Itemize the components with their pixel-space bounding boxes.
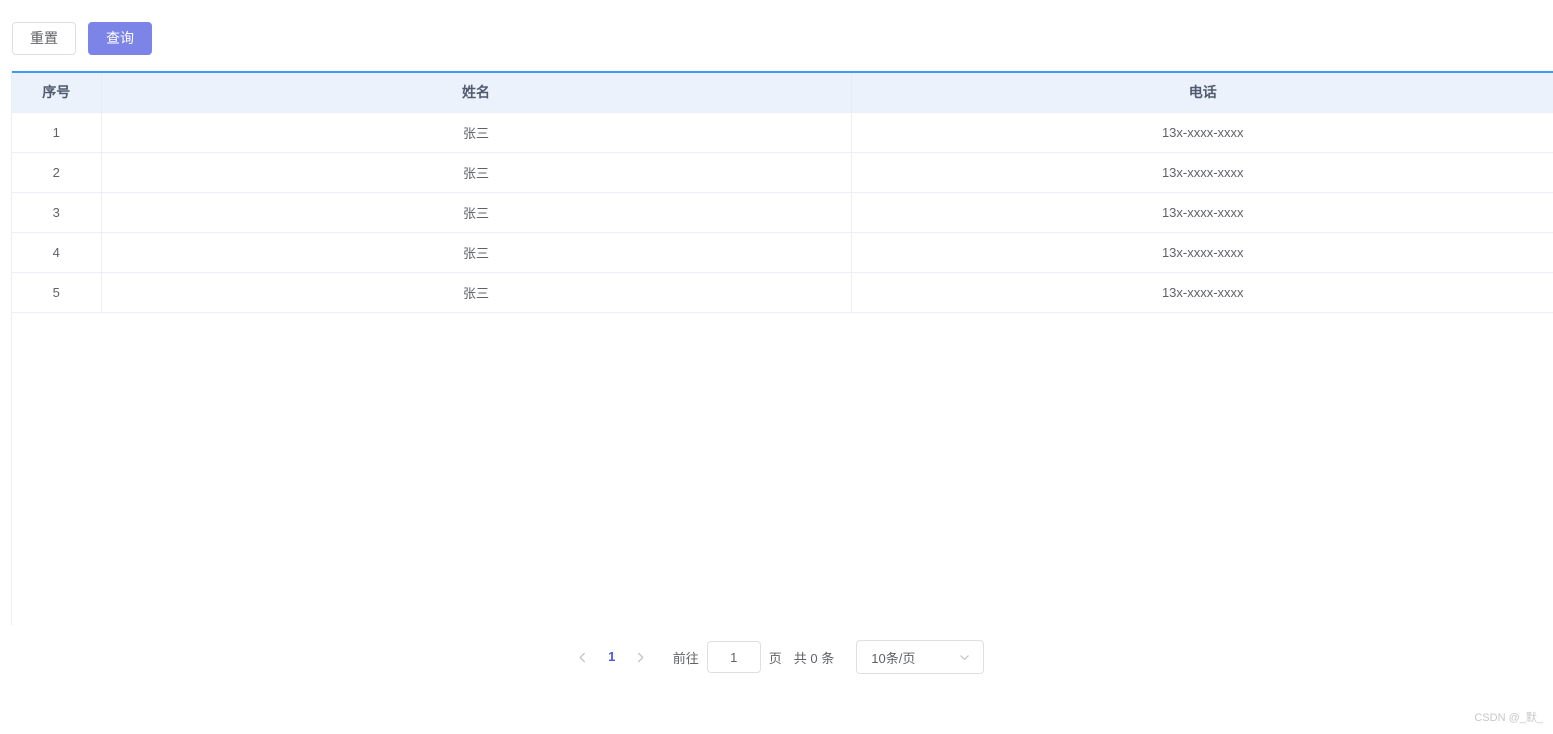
toolbar: 重置 查询 (12, 22, 152, 55)
jump-label: 前往 (672, 650, 699, 666)
chevron-left-icon (577, 652, 588, 663)
page-size-select[interactable]: 10条/页 (856, 640, 985, 674)
pagination-next-button[interactable] (627, 643, 655, 671)
column-header-name: 姓名 (101, 72, 852, 113)
cell-name: 张三 (101, 272, 852, 313)
cell-phone: 13x-xxxx-xxxx (851, 272, 1553, 313)
page-root: 重置 查询 序号 姓名 电话 1 张三 13x-xxxx-xxxx 2 张三 1… (0, 0, 1553, 734)
cell-index: 5 (12, 272, 102, 313)
table-header-row: 序号 姓名 电话 (12, 72, 1553, 113)
cell-index: 1 (12, 112, 102, 153)
pagination: 1 前往 页 共 0 条 10条/页 (0, 640, 1553, 674)
pagination-page-1[interactable]: 1 (597, 643, 627, 671)
reset-button[interactable]: 重置 (12, 22, 76, 55)
table-body: 1 张三 13x-xxxx-xxxx 2 张三 13x-xxxx-xxxx 3 … (12, 112, 1553, 313)
total-count-label: 共 0 条 (793, 650, 835, 666)
cell-name: 张三 (101, 152, 852, 193)
table-row[interactable]: 5 张三 13x-xxxx-xxxx (12, 272, 1553, 313)
cell-name: 张三 (101, 192, 852, 233)
table-container: 序号 姓名 电话 1 张三 13x-xxxx-xxxx 2 张三 13x-xxx… (11, 71, 1553, 625)
cell-index: 2 (12, 152, 102, 193)
table-row[interactable]: 2 张三 13x-xxxx-xxxx (12, 152, 1553, 193)
table-row[interactable]: 3 张三 13x-xxxx-xxxx (12, 192, 1553, 233)
query-button[interactable]: 查询 (88, 22, 152, 55)
jump-page-input[interactable] (706, 641, 761, 673)
cell-index: 4 (12, 232, 102, 273)
data-table: 序号 姓名 电话 1 张三 13x-xxxx-xxxx 2 张三 13x-xxx… (12, 71, 1553, 313)
cell-phone: 13x-xxxx-xxxx (851, 232, 1553, 273)
cell-name: 张三 (101, 112, 852, 153)
chevron-down-icon (958, 651, 971, 664)
column-header-phone: 电话 (851, 72, 1553, 113)
csdn-watermark: CSDN @_默_ (1474, 712, 1543, 724)
column-header-index: 序号 (12, 72, 102, 113)
pagination-jumper: 前往 页 (673, 641, 782, 673)
cell-phone: 13x-xxxx-xxxx (851, 112, 1553, 153)
cell-phone: 13x-xxxx-xxxx (851, 152, 1553, 193)
page-size-value: 10条/页 (871, 650, 916, 666)
cell-phone: 13x-xxxx-xxxx (851, 192, 1553, 233)
chevron-right-icon (635, 652, 646, 663)
table-row[interactable]: 4 张三 13x-xxxx-xxxx (12, 232, 1553, 273)
pagination-prev-button[interactable] (569, 643, 597, 671)
table-head: 序号 姓名 电话 (12, 72, 1553, 113)
cell-name: 张三 (101, 232, 852, 273)
table-row[interactable]: 1 张三 13x-xxxx-xxxx (12, 112, 1553, 153)
page-unit-label: 页 (768, 650, 782, 666)
cell-index: 3 (12, 192, 102, 233)
